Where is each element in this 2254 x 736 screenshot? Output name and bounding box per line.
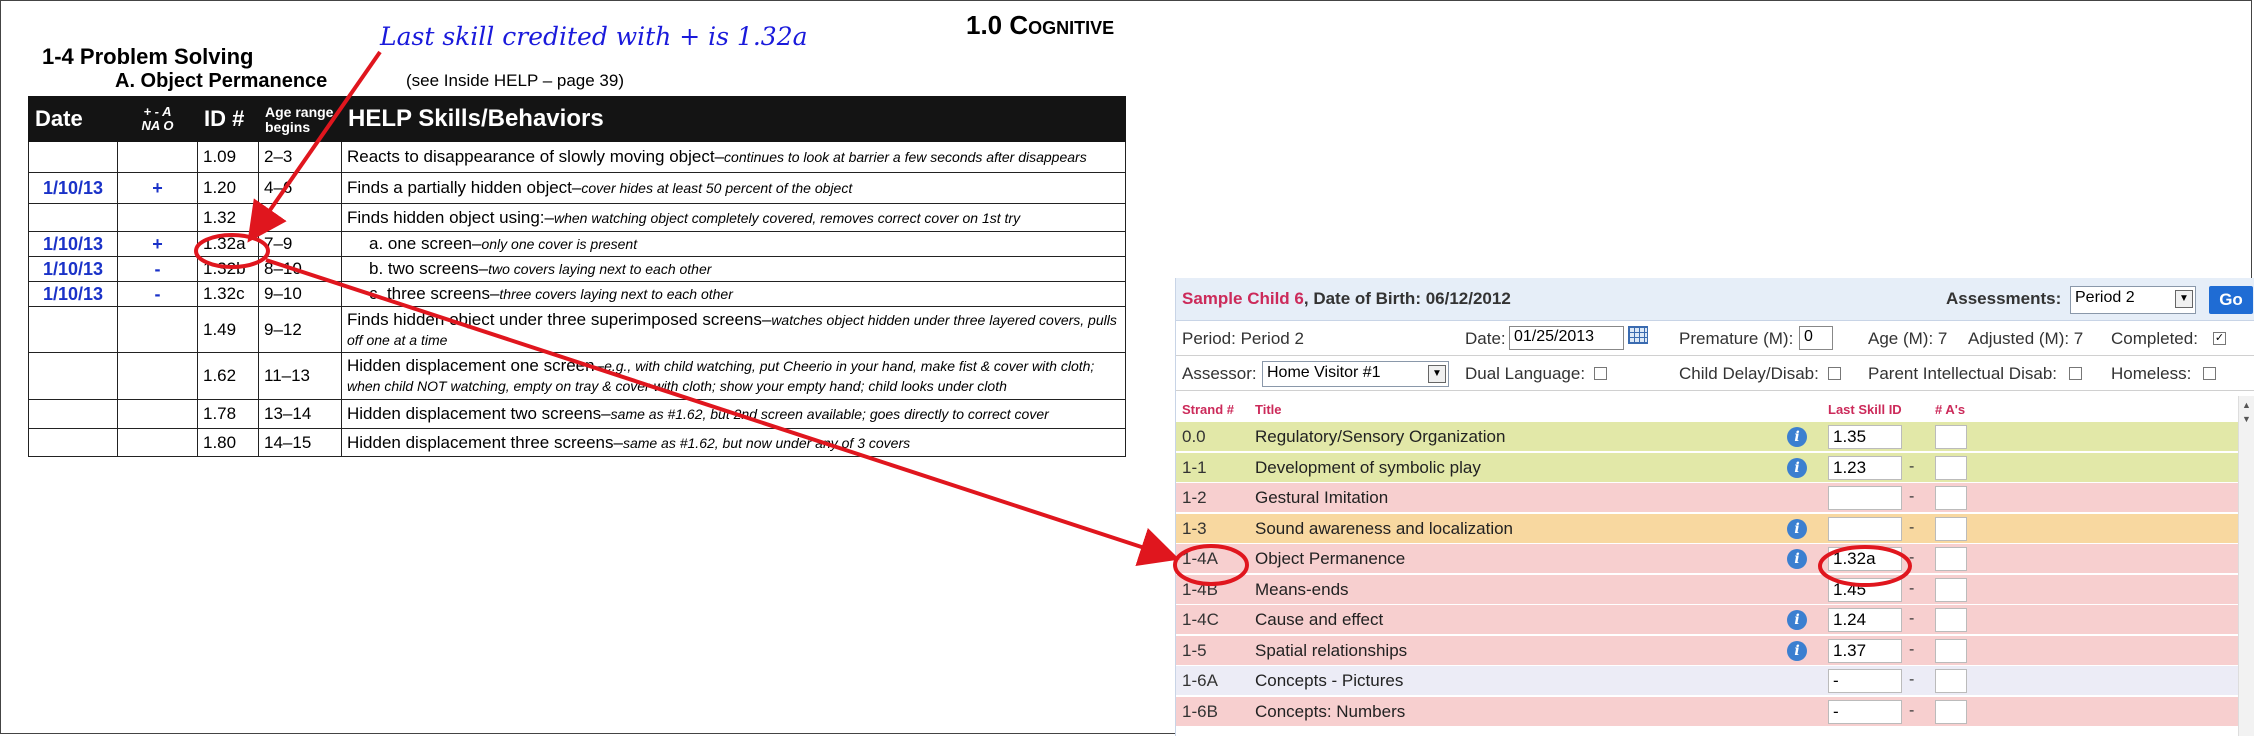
worksheet-highlight-circle [194,233,270,269]
link-arrow [265,258,1180,567]
strand-highlight-circle [1173,544,1249,586]
annotation-overlay [194,50,1912,587]
callout-arrow [247,50,382,243]
skill-highlight-circle [1818,545,1912,587]
